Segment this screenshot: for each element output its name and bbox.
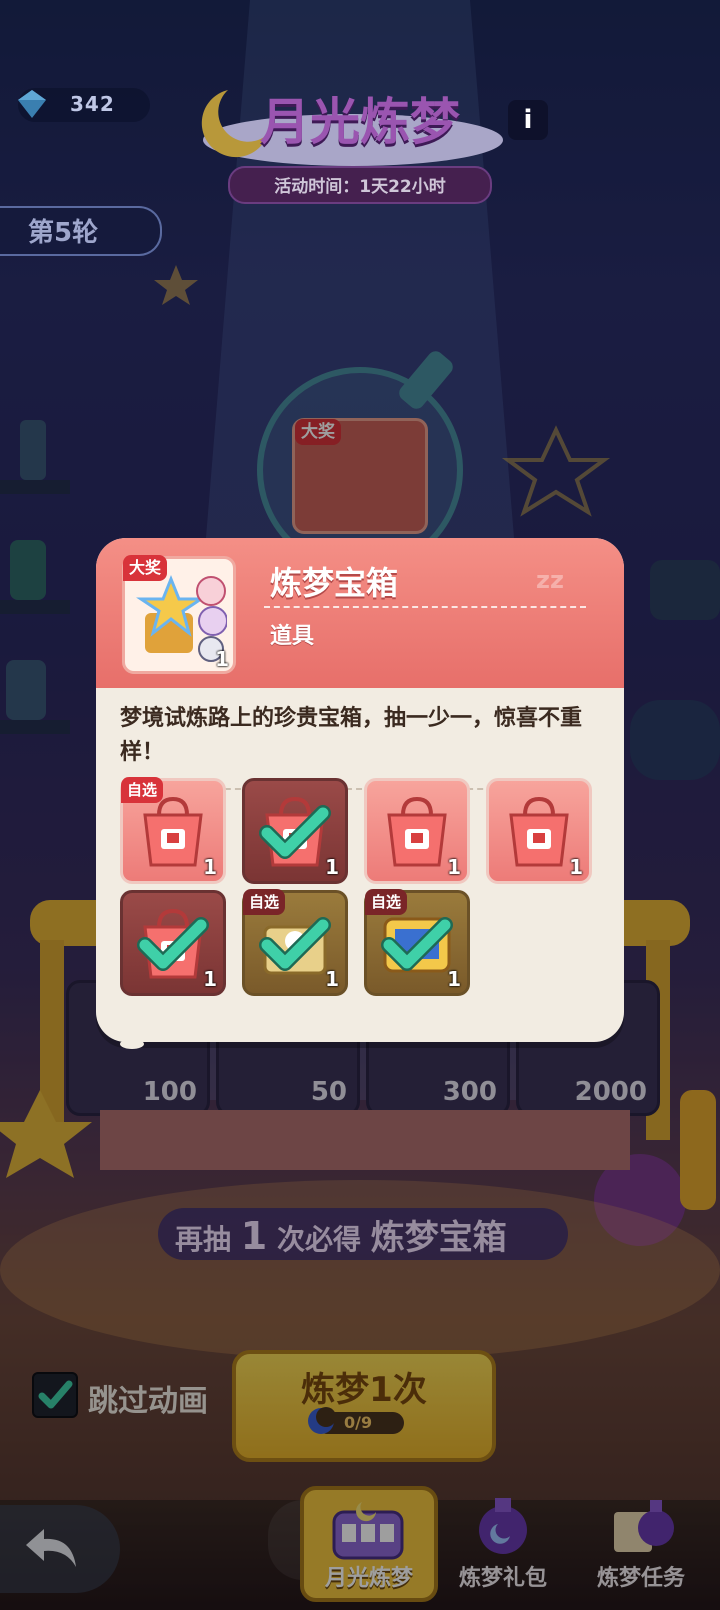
item-image: 大奖 1 — [122, 555, 236, 674]
reward-count: 1 — [325, 855, 339, 879]
round-label: 第5轮 — [28, 218, 99, 248]
item-detail-modal: 大奖 1 炼梦宝箱 道具 zz 梦境试炼路上的珍贵宝箱，抽一少一，惊喜不重样！ … — [96, 538, 624, 1042]
reward-count: 1 — [203, 855, 217, 879]
activity-time: 活动时间：1天22小时 — [274, 177, 446, 197]
check-icon — [259, 805, 331, 859]
reward-item[interactable]: 自选 1 — [120, 777, 226, 884]
check-icon — [381, 917, 453, 971]
optional-badge: 自选 — [243, 889, 286, 915]
reward-item[interactable]: 1 — [242, 778, 348, 884]
reward-item[interactable]: 1 — [120, 890, 226, 996]
diamond-icon — [18, 90, 46, 118]
item-type: 道具 — [270, 624, 315, 649]
page-title: 月光炼梦 — [260, 93, 460, 151]
reward-count: 1 — [447, 967, 461, 991]
reward-count: 1 — [325, 967, 339, 991]
sleep-z-icon: zz — [536, 566, 564, 594]
optional-badge: 自选 — [121, 777, 164, 803]
prize-badge: 大奖 — [123, 555, 168, 581]
reward-count: 1 — [447, 855, 461, 879]
optional-badge: 自选 — [365, 889, 408, 915]
item-count: 1 — [215, 647, 229, 671]
reward-count: 1 — [569, 855, 583, 879]
reward-item[interactable]: 自选 1 — [364, 889, 470, 996]
item-name: 炼梦宝箱 — [270, 564, 399, 602]
bubble-tail — [118, 1014, 194, 1049]
reward-count: 1 — [203, 967, 217, 991]
treasure-chest-icon — [136, 574, 227, 662]
gem-count: 342 — [70, 92, 115, 116]
item-description: 梦境试炼路上的珍贵宝箱，抽一少一，惊喜不重样！ — [120, 706, 583, 765]
check-icon — [137, 917, 209, 971]
reward-item[interactable]: 自选 1 — [242, 889, 348, 996]
reward-item[interactable]: 1 — [486, 778, 592, 884]
check-icon — [259, 917, 331, 971]
reward-grid: 自选 1 1 1 1 1 自选 1 自选 1 — [120, 777, 600, 1008]
reward-item[interactable]: 1 — [364, 778, 470, 884]
svg-text:zz: zz — [536, 566, 564, 594]
info-button[interactable]: i — [508, 100, 548, 140]
header-divider — [264, 606, 586, 608]
